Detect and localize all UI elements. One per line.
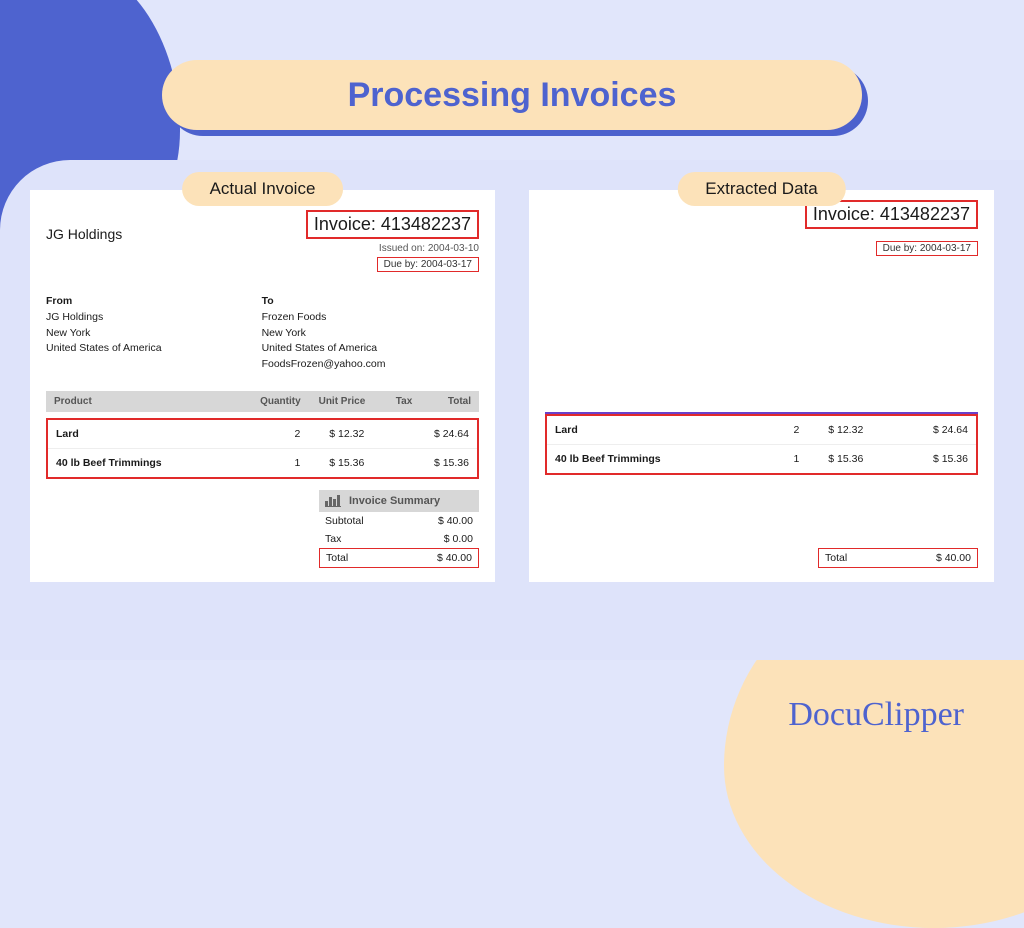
tax-label: Tax	[325, 533, 341, 545]
item-total: $ 15.36	[910, 453, 968, 465]
invoice-number-value: 413482237	[880, 204, 970, 224]
invoice-header-block: Invoice: 413482237 Issued on: 2004-03-10…	[306, 210, 479, 272]
actual-invoice-document: JG Holdings Invoice: 413482237 Issued on…	[30, 190, 495, 582]
summary-total-highlight: Total $ 40.00	[319, 548, 479, 568]
item-name: Lard	[555, 424, 741, 436]
title-banner: Processing Invoices	[162, 60, 862, 130]
item-name: Lard	[56, 428, 242, 440]
item-unit-price: $ 12.32	[300, 428, 364, 440]
to-line-1: New York	[262, 326, 386, 342]
item-tax	[364, 457, 411, 469]
tax-value: $ 0.00	[444, 533, 473, 545]
total-value: $ 40.00	[936, 552, 971, 564]
extracted-data-panel: Extracted Data Invoice: 413482237 Due by…	[529, 190, 994, 582]
to-line-3: FoodsFrozen@yahoo.com	[262, 357, 386, 373]
item-total: $ 24.64	[910, 424, 968, 436]
extracted-data-label: Extracted Data	[677, 172, 845, 206]
invoice-label: Invoice:	[813, 204, 875, 224]
due-date-highlight: Due by: 2004-03-17	[377, 257, 479, 272]
col-tax: Tax	[365, 396, 412, 407]
summary-header: Invoice Summary	[319, 490, 479, 512]
item-unit-price: $ 12.32	[799, 424, 863, 436]
actual-invoice-label: Actual Invoice	[182, 172, 344, 206]
extracted-total-highlight: Total $ 40.00	[818, 548, 978, 568]
summary-title: Invoice Summary	[349, 495, 440, 507]
col-unit-price: Unit Price	[301, 396, 366, 407]
from-line-0: JG Holdings	[46, 310, 162, 326]
item-tax-empty	[863, 453, 910, 465]
item-qty: 1	[242, 457, 300, 469]
col-product: Product	[54, 396, 242, 407]
item-total: $ 15.36	[411, 457, 469, 469]
total-label: Total	[326, 552, 348, 564]
total-label: Total	[825, 552, 847, 564]
to-line-0: Frozen Foods	[262, 310, 386, 326]
item-name: 40 lb Beef Trimmings	[555, 453, 741, 465]
invoice-label: Invoice:	[314, 214, 376, 234]
extracted-due-highlight: Due by: 2004-03-17	[876, 241, 978, 256]
item-unit-price: $ 15.36	[300, 457, 364, 469]
address-row: From JG Holdings New York United States …	[46, 294, 479, 373]
item-total: $ 24.64	[411, 428, 469, 440]
issued-date: Issued on: 2004-03-10	[306, 243, 479, 254]
from-line-1: New York	[46, 326, 162, 342]
invoice-summary: Invoice Summary Subtotal $ 40.00 Tax $ 0…	[319, 490, 479, 568]
brand-logo: DocuClipper	[788, 696, 964, 734]
table-row: Lard 2 $ 12.32 $ 24.64	[547, 416, 976, 445]
company-name: JG Holdings	[46, 226, 122, 242]
to-address: To Frozen Foods New York United States o…	[262, 294, 386, 373]
bar-chart-icon	[325, 495, 341, 507]
invoice-number-value: 413482237	[381, 214, 471, 234]
invoice-number-highlight: Invoice: 413482237	[306, 210, 479, 239]
extracted-due-wrap: Due by: 2004-03-17	[876, 238, 978, 256]
item-tax-empty	[863, 424, 910, 436]
item-qty: 2	[242, 428, 300, 440]
item-tax	[364, 428, 411, 440]
items-table-header: Product Quantity Unit Price Tax Total	[46, 391, 479, 412]
content-area: Actual Invoice JG Holdings Invoice: 4134…	[0, 160, 1024, 660]
col-quantity: Quantity	[242, 396, 301, 407]
page-title: Processing Invoices	[162, 60, 862, 130]
item-qty: 2	[741, 424, 799, 436]
col-total: Total	[412, 396, 471, 407]
items-highlight-box: Lard 2 $ 12.32 $ 24.64 40 lb Beef Trimmi…	[46, 418, 479, 479]
table-row: Lard 2 $ 12.32 $ 24.64	[48, 420, 477, 449]
extracted-items-highlight-box: Lard 2 $ 12.32 $ 24.64 40 lb Beef Trimmi…	[545, 414, 978, 475]
item-qty: 1	[741, 453, 799, 465]
from-header: From	[46, 294, 162, 310]
table-row: 40 lb Beef Trimmings 1 $ 15.36 $ 15.36	[547, 445, 976, 473]
to-line-2: United States of America	[262, 341, 386, 357]
actual-invoice-panel: Actual Invoice JG Holdings Invoice: 4134…	[30, 190, 495, 582]
total-value: $ 40.00	[437, 552, 472, 564]
summary-subtotal-row: Subtotal $ 40.00	[319, 512, 479, 530]
item-unit-price: $ 15.36	[799, 453, 863, 465]
from-line-2: United States of America	[46, 341, 162, 357]
table-row: 40 lb Beef Trimmings 1 $ 15.36 $ 15.36	[48, 449, 477, 477]
summary-tax-row: Tax $ 0.00	[319, 530, 479, 548]
subtotal-label: Subtotal	[325, 515, 364, 527]
extracted-data-document: Invoice: 413482237 Due by: 2004-03-17 La…	[529, 190, 994, 582]
subtotal-value: $ 40.00	[438, 515, 473, 527]
item-name: 40 lb Beef Trimmings	[56, 457, 242, 469]
to-header: To	[262, 294, 386, 310]
from-address: From JG Holdings New York United States …	[46, 294, 162, 373]
